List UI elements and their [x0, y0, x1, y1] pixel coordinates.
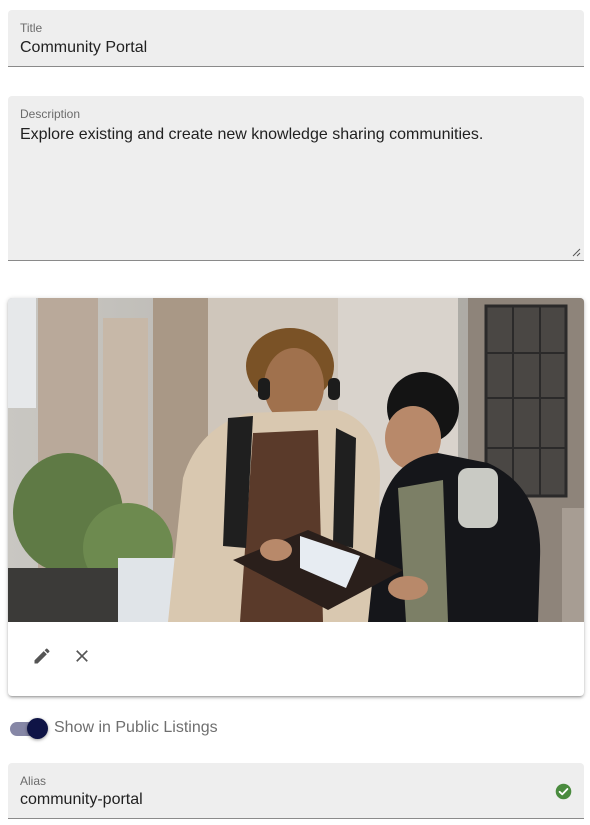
- image-card: [8, 298, 584, 696]
- title-field[interactable]: Title: [8, 10, 584, 67]
- close-icon: [76, 650, 88, 662]
- public-listing-toggle[interactable]: [10, 716, 50, 742]
- description-label: Description: [20, 107, 81, 121]
- alias-label: Alias: [20, 774, 47, 788]
- edit-image-button[interactable]: [22, 636, 62, 676]
- remove-image-button[interactable]: [62, 636, 102, 676]
- resize-grip-icon[interactable]: [572, 248, 581, 257]
- toggle-thumb: [27, 718, 48, 739]
- public-listing-label: Show in Public Listings: [54, 719, 218, 736]
- description-textarea[interactable]: Explore existing and create new knowledg…: [20, 125, 572, 145]
- title-input[interactable]: [20, 39, 560, 57]
- title-label: Title: [20, 21, 43, 35]
- alias-input[interactable]: [20, 791, 540, 809]
- check-circle-icon: [555, 783, 572, 800]
- alias-field[interactable]: Alias: [8, 763, 584, 819]
- description-field[interactable]: Description Explore existing and create …: [8, 96, 584, 261]
- card-actions: [8, 622, 584, 696]
- pencil-icon: [34, 648, 50, 664]
- cover-image: [8, 298, 584, 622]
